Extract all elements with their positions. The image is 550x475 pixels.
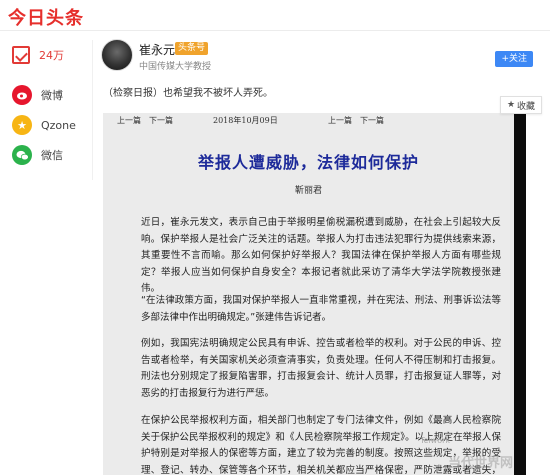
like-count: 24万 bbox=[39, 49, 64, 62]
star-icon: ★ bbox=[506, 100, 516, 110]
share-weibo-label: 微博 bbox=[41, 89, 63, 102]
article-date: 2018年10月09日 bbox=[213, 116, 278, 125]
article-nav-right: 上一篇 下一篇 bbox=[328, 116, 384, 125]
weibo-icon bbox=[12, 85, 32, 105]
share-wechat-label: 微信 bbox=[41, 149, 63, 162]
avatar[interactable] bbox=[101, 39, 133, 71]
follow-button[interactable]: +关注 bbox=[495, 51, 533, 67]
watermark-large: 当代世界网 bbox=[448, 456, 514, 471]
share-qzone-label: Qzone bbox=[41, 118, 76, 132]
toutiao-logo[interactable]: 今日头条 bbox=[8, 4, 84, 30]
article-paragraph: “在法律政策方面，我国对保护举报人一直非常重视，并在宪法、刑法、刑事诉讼法等多部… bbox=[141, 295, 501, 323]
top-divider bbox=[0, 30, 550, 31]
article-paragraph: 近日，崔永元发文，表示自己由于举报明星偷税漏税遭到威胁，在社会上引起较大反响。保… bbox=[141, 217, 501, 294]
share-qzone-button[interactable]: ★ Qzone bbox=[0, 110, 92, 140]
image-dark-edge bbox=[514, 113, 526, 475]
article-byline: 靳丽君 bbox=[294, 186, 322, 196]
article-image: 上一篇 下一篇 2018年10月09日 上一篇 下一篇 举报人遭威胁，法律如何保… bbox=[103, 113, 514, 475]
thumbs-up-icon bbox=[12, 46, 30, 64]
share-weibo-button[interactable]: 微博 bbox=[0, 80, 92, 110]
article-paragraph: 例如，我国宪法明确规定公民具有申诉、控告或者检举的权利。对于公民的申诉、控告或者… bbox=[141, 338, 501, 399]
author-description: 中国传媒大学教授 bbox=[139, 62, 212, 72]
sidebar-divider bbox=[92, 40, 93, 180]
share-wechat-button[interactable]: 微信 bbox=[0, 140, 92, 170]
article-nav-left: 上一篇 下一篇 bbox=[117, 116, 173, 125]
post-lead-text: （检察日报）也希望我不被坏人弄死。 bbox=[103, 88, 273, 99]
collect-button[interactable]: ★ 收藏 bbox=[500, 96, 542, 114]
collect-label: 收藏 bbox=[517, 101, 536, 112]
toutiao-account-badge: 头条号 bbox=[175, 42, 209, 55]
article-headline: 举报人遭威胁，法律如何保护 bbox=[197, 153, 419, 172]
watermark-small: Telwork bbox=[420, 436, 451, 445]
author-name[interactable]: 崔永元 bbox=[139, 41, 175, 58]
author-header: 崔永元 头条号 中国传媒大学教授 +关注 bbox=[101, 39, 541, 75]
top-bar: 今日头条 bbox=[0, 0, 550, 30]
qzone-icon: ★ bbox=[12, 115, 32, 135]
like-button[interactable]: 24万 bbox=[0, 40, 92, 70]
wechat-icon bbox=[12, 145, 32, 165]
share-sidebar: 24万 微博 ★ Qzone 微信 bbox=[0, 40, 92, 170]
